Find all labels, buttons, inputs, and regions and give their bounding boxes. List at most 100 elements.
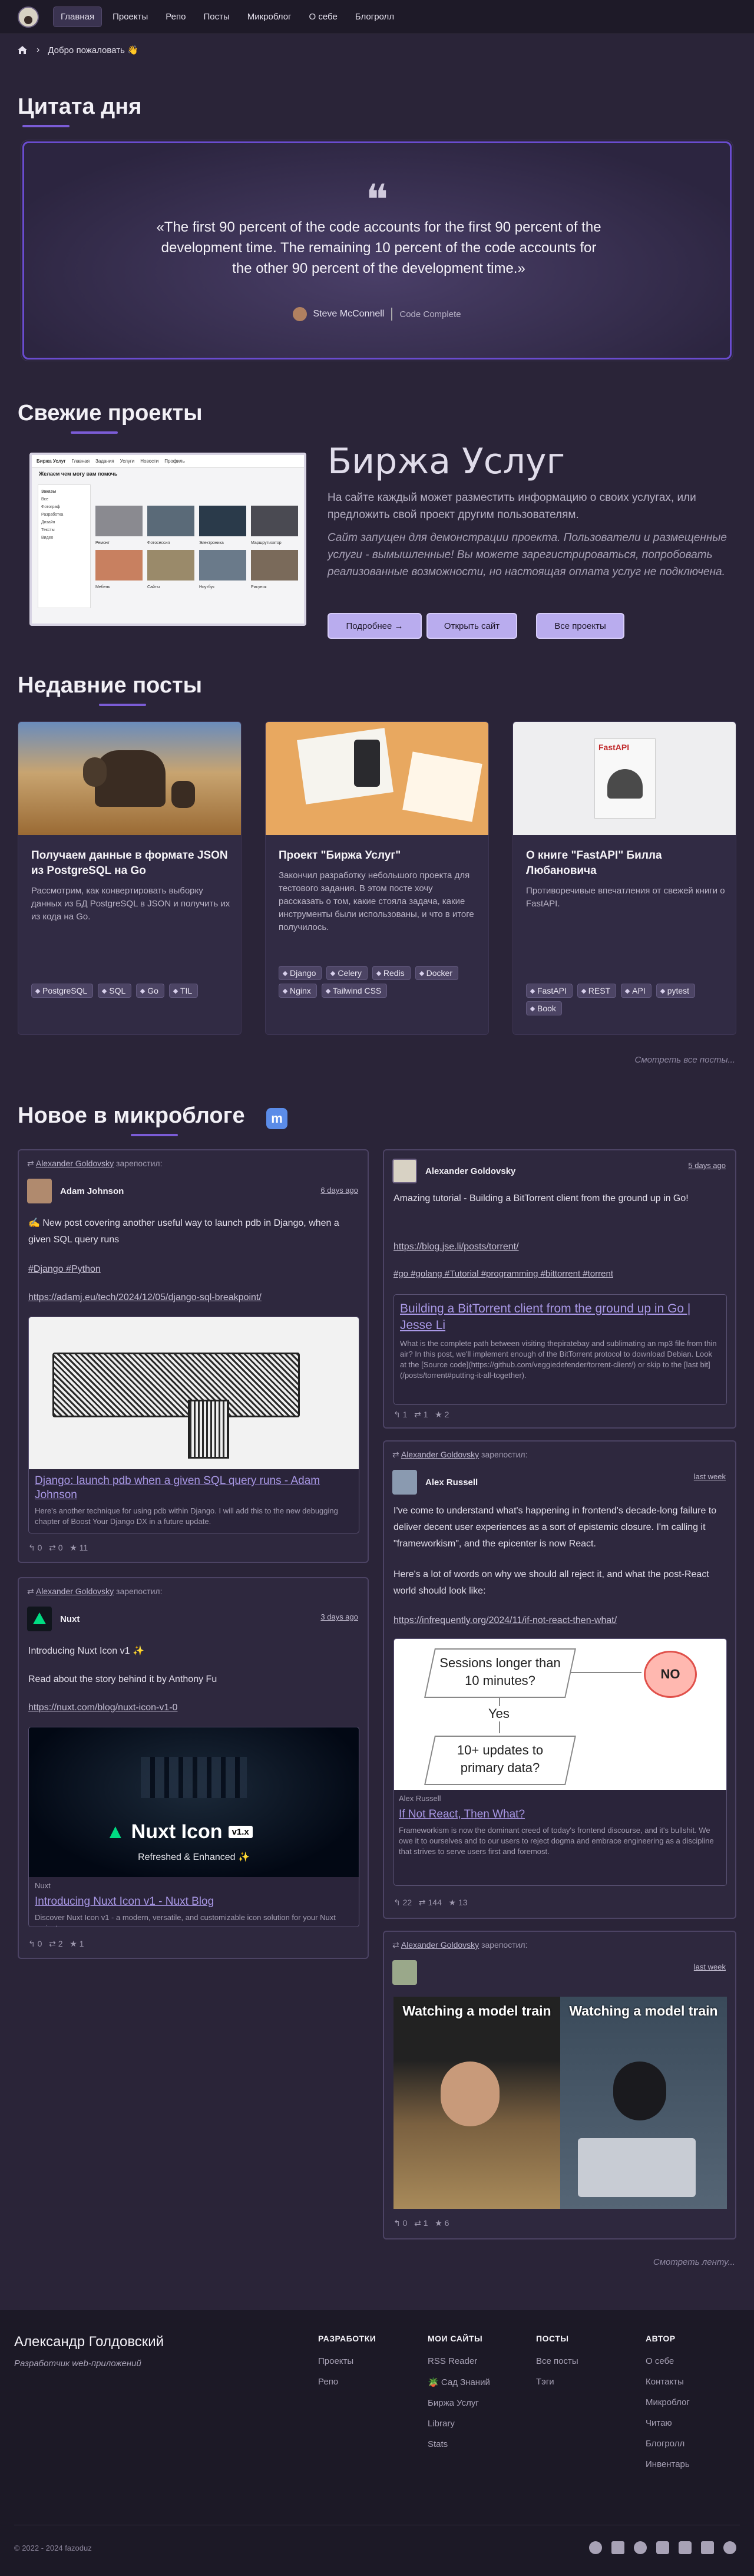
nav-repo[interactable]: Репо: [158, 7, 193, 27]
screenshot-nav: Профиль: [164, 459, 185, 464]
boost-author[interactable]: Alexander Goldovsky: [401, 1940, 479, 1950]
github-icon[interactable]: [634, 2541, 647, 2554]
post-author[interactable]: Adam Johnson: [60, 1186, 124, 1196]
site-logo[interactable]: [18, 6, 39, 28]
preview-title[interactable]: Django: launch pdb when a given SQL quer…: [35, 1474, 353, 1502]
footer-link[interactable]: Тэги: [536, 2377, 578, 2387]
post-link[interactable]: https://infrequently.org/2024/11/if-not-…: [393, 1612, 617, 1629]
tag[interactable]: Celery: [326, 966, 368, 980]
linkedin-icon[interactable]: [701, 2541, 714, 2554]
tag[interactable]: pytest: [656, 984, 696, 998]
all-posts-link[interactable]: Смотреть все посты...: [635, 1055, 736, 1065]
microblog-feed-link[interactable]: Смотреть ленту...: [653, 2257, 735, 2267]
link-preview[interactable]: ▲ Nuxt Icon v1.x Refreshed & Enhanced ✨ …: [28, 1727, 359, 1927]
boost-author[interactable]: Alexander Goldovsky: [36, 1587, 114, 1596]
post-title[interactable]: Проект "Биржа Услуг": [279, 848, 479, 863]
post-card[interactable]: FastAPI О книге "FastAPI" Билла Любанови…: [512, 721, 736, 1035]
telegram-icon[interactable]: [589, 2541, 602, 2554]
all-projects-button[interactable]: Все проекты: [536, 613, 624, 639]
author-avatar[interactable]: [27, 1179, 52, 1203]
tag[interactable]: FastAPI: [526, 984, 573, 998]
post-date[interactable]: 3 days ago: [320, 1612, 358, 1621]
tag[interactable]: REST: [577, 984, 617, 998]
post-title[interactable]: Получаем данные в формате JSON из Postgr…: [31, 848, 232, 879]
tag[interactable]: Tailwind CSS: [321, 984, 388, 998]
nav-about[interactable]: О себе: [302, 7, 345, 27]
author-avatar[interactable]: [392, 1159, 417, 1183]
banner-version: v1.x: [228, 1826, 253, 1838]
post-card[interactable]: Проект "Биржа Услуг" Закончил разработку…: [265, 721, 489, 1035]
nav-projects[interactable]: Проекты: [105, 7, 155, 27]
project-screenshot[interactable]: Биржа Услуг Главная Задания Услуги Новос…: [29, 453, 306, 626]
tag[interactable]: Book: [526, 1001, 562, 1015]
footer-column: РАЗРАБОТКИ Проекты Репо: [318, 2334, 376, 2397]
post-hashtags[interactable]: #Django #Python: [28, 1261, 101, 1278]
preview-title[interactable]: Introducing Nuxt Icon v1 - Nuxt Blog: [35, 1895, 353, 1909]
post-excerpt: Рассмотрим, как конвертировать выборку д…: [31, 886, 230, 922]
tag[interactable]: Go: [136, 984, 164, 998]
home-icon[interactable]: [18, 46, 27, 54]
tag[interactable]: PostgreSQL: [31, 984, 94, 998]
email-icon[interactable]: [611, 2541, 624, 2554]
tag[interactable]: Django: [279, 966, 322, 980]
post-author[interactable]: Nuxt: [60, 1614, 80, 1624]
link-preview[interactable]: Building a BitTorrent client from the gr…: [393, 1294, 727, 1405]
post-title[interactable]: О книге "FastAPI" Билла Любановича: [526, 848, 726, 879]
footer-link[interactable]: Проекты: [318, 2356, 376, 2366]
footer-link[interactable]: 🪴 Сад Знаний: [428, 2377, 490, 2387]
preview-title[interactable]: If Not React, Then What?: [399, 1808, 722, 1822]
post-date[interactable]: 5 days ago: [688, 1161, 726, 1170]
microblog-post: Alexander Goldovsky 5 days ago Amazing t…: [383, 1149, 736, 1429]
open-site-button[interactable]: Открыть сайт: [426, 613, 517, 639]
footer-link[interactable]: Library: [428, 2419, 490, 2429]
post-date[interactable]: 6 days ago: [320, 1186, 358, 1195]
post-card[interactable]: Получаем данные в формате JSON из Postgr…: [18, 721, 242, 1035]
link-preview[interactable]: Django: launch pdb when a given SQL quer…: [28, 1317, 359, 1533]
footer-link[interactable]: Все посты: [536, 2356, 578, 2366]
footer-link[interactable]: Инвентарь: [646, 2459, 690, 2469]
footer-link[interactable]: Репо: [318, 2377, 376, 2387]
footer-link[interactable]: Блогролл: [646, 2439, 690, 2449]
post-author[interactable]: Alexander Goldovsky: [425, 1166, 515, 1176]
author-avatar[interactable]: [27, 1607, 52, 1631]
tag[interactable]: Redis: [372, 966, 411, 980]
preview-title[interactable]: Building a BitTorrent client from the gr…: [400, 1301, 720, 1334]
project-details-button[interactable]: Подробнее →: [328, 613, 422, 639]
tag[interactable]: Docker: [415, 966, 458, 980]
post-author[interactable]: Alex Russell: [425, 1477, 478, 1487]
footer-link[interactable]: Читаю: [646, 2418, 690, 2428]
nav-microblog[interactable]: Микроблог: [240, 7, 299, 27]
steam-icon[interactable]: [723, 2541, 736, 2554]
author-avatar[interactable]: [392, 1960, 417, 1985]
post-text: ✍️ New post covering another useful way …: [28, 1218, 339, 1245]
tag[interactable]: TIL: [168, 984, 199, 998]
tag[interactable]: SQL: [98, 984, 132, 998]
boost-author[interactable]: Alexander Goldovsky: [401, 1450, 479, 1459]
post-link[interactable]: https://adamj.eu/tech/2024/12/05/django-…: [28, 1289, 262, 1306]
rss-icon[interactable]: [679, 2541, 692, 2554]
gitea-icon[interactable]: [656, 2541, 669, 2554]
tag[interactable]: Nginx: [279, 984, 317, 998]
link-preview[interactable]: Sessions longer than 10 minutes? NO Yes …: [393, 1638, 727, 1886]
author-avatar[interactable]: [392, 1470, 417, 1495]
boost-author[interactable]: Alexander Goldovsky: [36, 1159, 114, 1168]
footer-link[interactable]: Микроблог: [646, 2397, 690, 2407]
post-hashtags[interactable]: #go #golang #Tutorial #programming #bitt…: [393, 1266, 613, 1282]
tag[interactable]: API: [621, 984, 652, 998]
nav-home[interactable]: Главная: [53, 6, 102, 27]
footer-link[interactable]: Биржа Услуг: [428, 2398, 490, 2408]
footer-link[interactable]: Контакты: [646, 2377, 690, 2387]
post-link[interactable]: https://blog.jse.li/posts/torrent/: [393, 1239, 519, 1255]
footer: Александр Голдовский Разработчик web-при…: [0, 2310, 754, 2576]
footer-link[interactable]: RSS Reader: [428, 2356, 490, 2366]
preview-description: What is the complete path between visiti…: [400, 1339, 717, 1380]
mastodon-icon[interactable]: m: [266, 1108, 287, 1129]
nav-blogroll[interactable]: Блогролл: [348, 7, 401, 27]
nav-posts[interactable]: Посты: [196, 7, 236, 27]
flowchart-image: Sessions longer than 10 minutes? NO Yes …: [394, 1639, 726, 1790]
footer-link[interactable]: О себе: [646, 2356, 690, 2366]
footer-link[interactable]: Stats: [428, 2439, 490, 2449]
post-date[interactable]: last week: [694, 1472, 726, 1481]
post-date[interactable]: last week: [694, 1962, 726, 1971]
post-link[interactable]: https://nuxt.com/blog/nuxt-icon-v1-0: [28, 1700, 177, 1716]
